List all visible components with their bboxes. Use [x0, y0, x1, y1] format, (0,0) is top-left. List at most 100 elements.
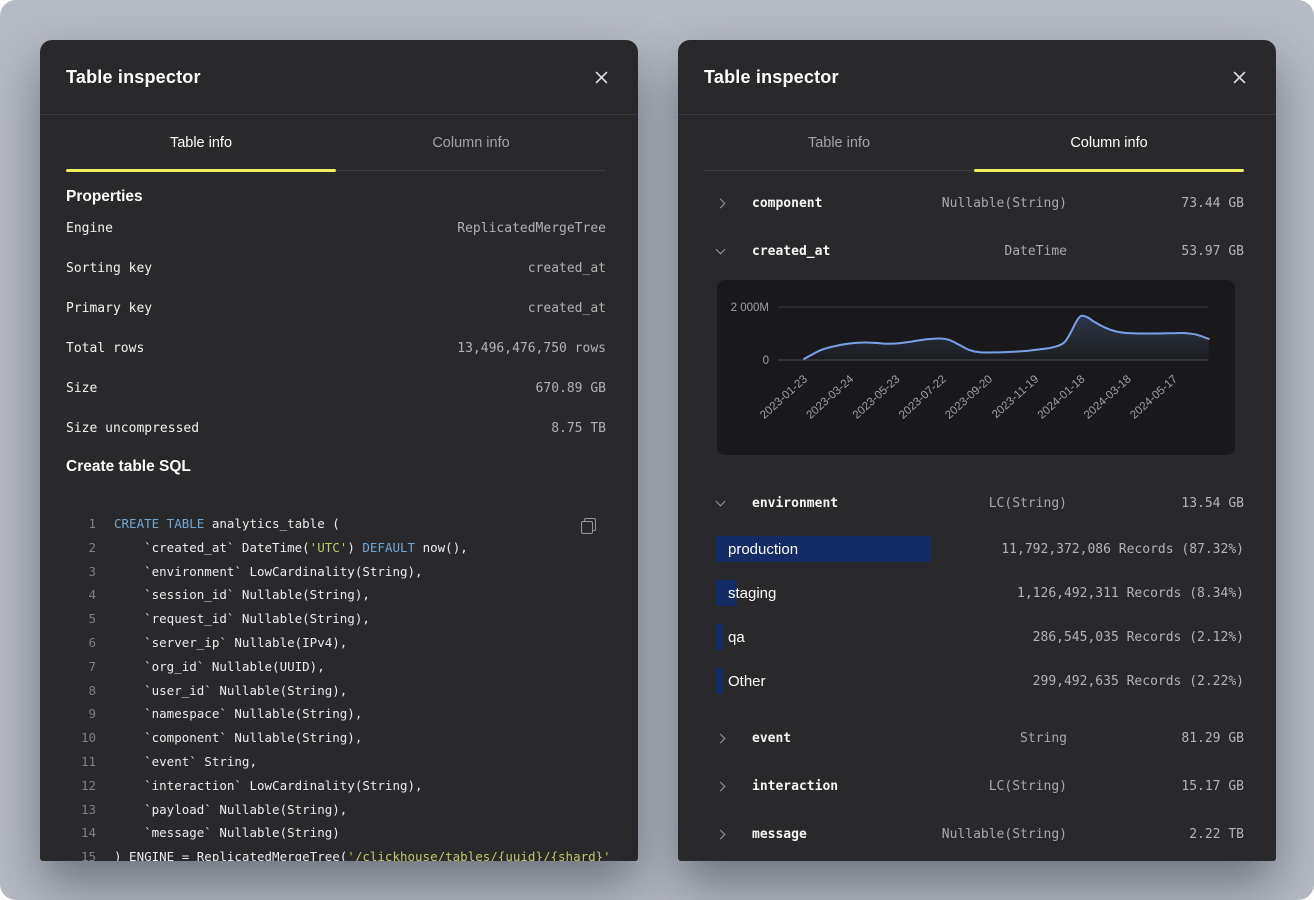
- copy-icon: [581, 518, 596, 534]
- line-number: 1: [66, 512, 96, 536]
- line-number: 6: [66, 631, 96, 655]
- column-type: DateTime: [1004, 244, 1067, 259]
- copy-sql-button[interactable]: [576, 514, 600, 538]
- code-text: `event` String,: [114, 750, 257, 774]
- value-records: 11,792,372,086 Records (87.32%): [1001, 542, 1244, 557]
- property-value: created_at: [528, 261, 606, 276]
- code-text: `interaction` LowCardinality(String),: [114, 774, 423, 798]
- sql-line-2: 2 `created_at` DateTime('UTC') DEFAULT n…: [66, 536, 606, 560]
- column-type: String: [1020, 731, 1067, 746]
- env-value-row-qa: qa 286,545,035 Records (2.12%): [678, 615, 1276, 659]
- sql-line-14: 14 `message` Nullable(String): [66, 821, 606, 845]
- tab-label: Column info: [432, 135, 509, 151]
- line-number: 10: [66, 726, 96, 750]
- column-size: 73.44 GB: [1181, 196, 1244, 211]
- code-text: `server_ip` Nullable(IPv4),: [114, 631, 347, 655]
- sql-code-block: 1 CREATE TABLE analytics_table (2 `create…: [66, 512, 606, 861]
- value-label: qa: [728, 629, 745, 646]
- chevron-down-icon: [716, 247, 724, 255]
- line-number: 11: [66, 750, 96, 774]
- property-value: 13,496,476,750 rows: [457, 341, 606, 356]
- column-row-created-at[interactable]: created_atDateTime53.97 GB: [678, 227, 1276, 275]
- modal-title: Table inspector: [704, 67, 839, 88]
- table-info-panel: Properties EngineReplicatedMergeTreeSort…: [40, 186, 638, 861]
- chevron-right-icon: [716, 734, 724, 742]
- property-value: created_at: [528, 301, 606, 316]
- sql-line-10: 10 `component` Nullable(String),: [66, 726, 606, 750]
- property-label: Size: [66, 381, 97, 396]
- tabbar: Table info Column info: [704, 115, 1244, 171]
- line-number: 9: [66, 702, 96, 726]
- sql-line-7: 7 `org_id` Nullable(UUID),: [66, 655, 606, 679]
- column-name: component: [752, 196, 822, 211]
- property-label: Size uncompressed: [66, 421, 199, 436]
- property-label: Engine: [66, 221, 113, 236]
- tab-column-info[interactable]: Column info: [974, 115, 1244, 170]
- code-text: CREATE TABLE analytics_table (: [114, 512, 340, 536]
- tab-label: Table info: [808, 135, 870, 151]
- property-label: Primary key: [66, 301, 152, 316]
- tab-column-info[interactable]: Column info: [336, 115, 606, 170]
- env-value-row-other: Other 299,492,635 Records (2.22%): [678, 659, 1276, 703]
- code-text: ) ENGINE = ReplicatedMergeTree('/clickho…: [114, 845, 611, 861]
- value-share-bar: [716, 624, 723, 650]
- value-records: 299,492,635 Records (2.22%): [1033, 674, 1244, 689]
- value-label: staging: [728, 585, 776, 602]
- code-text: `payload` Nullable(String),: [114, 798, 347, 822]
- x-tick-label: 2023-03-24: [805, 373, 857, 422]
- histogram-area: [804, 316, 1209, 360]
- table-inspector-modal-column-info: Table inspector Table info Column info co…: [678, 40, 1276, 861]
- close-button[interactable]: [586, 62, 616, 92]
- property-value: 8.75 TB: [551, 421, 606, 436]
- properties-heading: Properties: [66, 186, 606, 208]
- code-text: `namespace` Nullable(String),: [114, 702, 362, 726]
- x-tick-label: 2024-03-18: [1082, 373, 1134, 421]
- created-at-histogram-card: 2 000M02023-01-232023-03-242023-05-23202…: [717, 280, 1235, 455]
- tab-table-info[interactable]: Table info: [66, 115, 336, 170]
- x-tick-label: 2023-09-20: [943, 373, 995, 421]
- line-number: 7: [66, 655, 96, 679]
- modal-title: Table inspector: [66, 67, 201, 88]
- tab-table-info[interactable]: Table info: [704, 115, 974, 170]
- column-name: interaction: [752, 779, 838, 794]
- env-value-row-staging: staging 1,126,492,311 Records (8.34%): [678, 571, 1276, 615]
- chevron-right-icon: [716, 782, 724, 790]
- column-type: Nullable(String): [942, 196, 1067, 211]
- value-records: 1,126,492,311 Records (8.34%): [1017, 586, 1244, 601]
- code-text: `message` Nullable(String): [114, 821, 340, 845]
- column-row-interaction[interactable]: interaction LC(String) 15.17 GB: [678, 762, 1276, 810]
- property-value: ReplicatedMergeTree: [457, 221, 606, 236]
- column-type: LC(String): [989, 779, 1067, 794]
- histogram-svg: 2 000M02023-01-232023-03-242023-05-23202…: [717, 280, 1235, 455]
- sql-line-15: 15) ENGINE = ReplicatedMergeTree('/click…: [66, 845, 606, 861]
- property-value: 670.89 GB: [536, 381, 606, 396]
- column-type: LC(String): [989, 496, 1067, 511]
- y-tick-label: 0: [763, 355, 769, 367]
- column-row-message[interactable]: messageNullable(String)2.22 TB: [678, 810, 1276, 858]
- column-type: Nullable(String): [942, 827, 1067, 842]
- y-tick-label: 2 000M: [731, 302, 769, 314]
- code-text: `user_id` Nullable(String),: [114, 679, 347, 703]
- line-number: 4: [66, 583, 96, 607]
- value-records: 286,545,035 Records (2.12%): [1033, 630, 1244, 645]
- column-row-event[interactable]: eventString81.29 GB: [678, 714, 1276, 762]
- sql-line-8: 8 `user_id` Nullable(String),: [66, 679, 606, 703]
- modal-header: Table inspector: [40, 40, 638, 115]
- column-size: 15.17 GB: [1181, 779, 1244, 794]
- sql-line-12: 12 `interaction` LowCardinality(String),: [66, 774, 606, 798]
- sql-lines: 1 CREATE TABLE analytics_table (2 `create…: [66, 512, 606, 861]
- property-label: Total rows: [66, 341, 144, 356]
- x-tick-label: 2023-11-19: [990, 373, 1041, 421]
- property-row-total-rows: Total rows 13,496,476,750 rows: [66, 328, 606, 368]
- property-row-size: Size 670.89 GB: [66, 368, 606, 408]
- column-row-environment[interactable]: environmentLC(String)13.54 GB: [678, 479, 1276, 527]
- sql-line-4: 4 `session_id` Nullable(String),: [66, 583, 606, 607]
- value-label: Other: [728, 673, 766, 690]
- sql-line-5: 5 `request_id` Nullable(String),: [66, 607, 606, 631]
- table-inspector-modal-table-info: Table inspector Table info Column info Pr…: [40, 40, 638, 861]
- chevron-right-icon: [716, 199, 724, 207]
- code-text: `session_id` Nullable(String),: [114, 583, 370, 607]
- column-row-component[interactable]: component Nullable(String) 73.44 GB: [678, 179, 1276, 227]
- line-number: 12: [66, 774, 96, 798]
- close-button[interactable]: [1224, 62, 1254, 92]
